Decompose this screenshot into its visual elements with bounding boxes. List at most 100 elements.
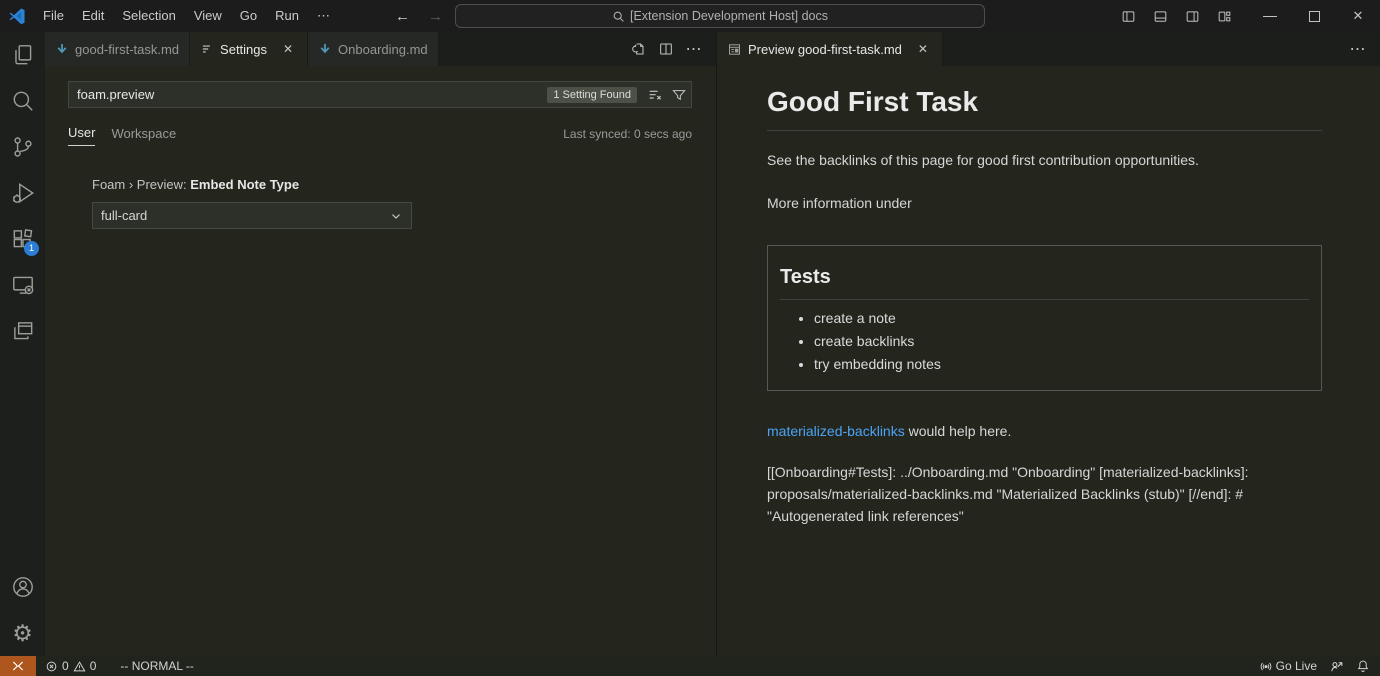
- account-icon[interactable]: [0, 564, 45, 610]
- settings-gear-icon[interactable]: ⚙: [0, 610, 45, 656]
- tab-settings[interactable]: Settings ✕: [190, 32, 308, 66]
- command-center-search[interactable]: [Extension Development Host] docs: [455, 4, 985, 28]
- extensions-badge: 1: [24, 241, 39, 256]
- markdown-preview: Good First Task See the backlinks of thi…: [717, 66, 1380, 656]
- list-item: create backlinks: [814, 333, 1309, 349]
- tab-label: good-first-task.md: [75, 42, 179, 57]
- tab-good-first-task[interactable]: good-first-task.md: [45, 32, 190, 66]
- close-window-button[interactable]: ✕: [1336, 0, 1380, 32]
- title-bar: File Edit Selection View Go Run ⋯ ← → [E…: [0, 0, 1380, 32]
- maximize-button[interactable]: [1292, 0, 1336, 32]
- command-center-label: [Extension Development Host] docs: [630, 9, 828, 23]
- settings-results-badge: 1 Setting Found: [547, 87, 637, 103]
- run-debug-icon[interactable]: [0, 170, 45, 216]
- menu-view[interactable]: View: [185, 4, 231, 28]
- tab-label: Preview good-first-task.md: [748, 42, 902, 57]
- status-bar: 0 0 -- NORMAL -- Go Live: [0, 656, 1380, 676]
- warning-icon: [73, 660, 86, 673]
- last-synced-label: Last synced: 0 secs ago: [563, 127, 692, 146]
- setting-title: Foam › Preview: Embed Note Type: [92, 177, 692, 192]
- notifications-bell-icon[interactable]: [1350, 656, 1380, 676]
- nav-back-icon[interactable]: ←: [395, 8, 410, 25]
- scope-tab-workspace[interactable]: Workspace: [111, 126, 176, 146]
- search-view-icon[interactable]: [0, 78, 45, 124]
- left-tab-bar: good-first-task.md Settings ✕ Onboarding…: [45, 32, 716, 66]
- vim-mode-indicator[interactable]: -- NORMAL --: [114, 656, 200, 676]
- activity-bar: 1 ⚙: [0, 32, 45, 656]
- tab-label: Settings: [220, 42, 267, 57]
- settings-search-box: 1 Setting Found: [68, 81, 692, 108]
- menu-go[interactable]: Go: [231, 4, 266, 28]
- minimize-button[interactable]: [1248, 0, 1292, 32]
- error-count: 0: [62, 659, 69, 673]
- menu-file[interactable]: File: [34, 4, 73, 28]
- selected-value: full-card: [101, 208, 147, 223]
- extensions-icon[interactable]: 1: [0, 216, 45, 262]
- toggle-panel-icon[interactable]: [1144, 0, 1176, 32]
- tab-close-icon[interactable]: ✕: [914, 42, 932, 56]
- go-live-button[interactable]: Go Live: [1253, 656, 1323, 676]
- clear-settings-search-icon[interactable]: [643, 83, 667, 107]
- settings-editor: 1 Setting Found User Workspace Last sync…: [45, 66, 716, 656]
- remote-icon: [11, 659, 25, 673]
- tab-close-icon[interactable]: ✕: [279, 42, 297, 56]
- toggle-sidebar-icon[interactable]: [1112, 0, 1144, 32]
- editor-group-settings: good-first-task.md Settings ✕ Onboarding…: [45, 32, 716, 656]
- open-settings-json-icon[interactable]: [626, 37, 650, 61]
- preview-icon: [727, 42, 742, 57]
- remote-indicator[interactable]: [0, 656, 36, 676]
- link-references-text: [[Onboarding#Tests]: ../Onboarding.md "O…: [767, 461, 1322, 528]
- markdown-file-icon: [318, 42, 332, 56]
- windows-stack-icon[interactable]: [0, 308, 45, 354]
- embed-title: Tests: [780, 266, 1309, 300]
- settings-search-input[interactable]: [69, 87, 547, 102]
- source-control-icon[interactable]: [0, 124, 45, 170]
- setting-embed-note-type: Foam › Preview: Embed Note Type full-car…: [68, 177, 692, 229]
- materialized-backlinks-link[interactable]: materialized-backlinks: [767, 423, 905, 439]
- embed-note-type-select[interactable]: full-card: [92, 202, 412, 229]
- tab-preview[interactable]: Preview good-first-task.md ✕: [717, 32, 943, 66]
- menu-more-icon[interactable]: ⋯: [308, 8, 339, 24]
- setting-category: Foam › Preview:: [92, 177, 190, 192]
- more-actions-icon[interactable]: ⋯: [682, 37, 706, 61]
- split-editor-icon[interactable]: [654, 37, 678, 61]
- nav-forward-icon[interactable]: →: [428, 8, 443, 25]
- vscode-window: File Edit Selection View Go Run ⋯ ← → [E…: [0, 0, 1380, 676]
- broadcast-icon: [1259, 659, 1273, 673]
- more-actions-icon[interactable]: ⋯: [1346, 37, 1370, 61]
- window-controls: ✕: [1112, 0, 1380, 32]
- filter-settings-icon[interactable]: [667, 83, 691, 107]
- menu-edit[interactable]: Edit: [73, 4, 113, 28]
- customize-layout-icon[interactable]: [1208, 0, 1240, 32]
- embedded-note-card: Tests create a note create backlinks try…: [767, 245, 1322, 391]
- chevron-down-icon: [389, 209, 403, 223]
- editor-group-preview: Preview good-first-task.md ✕ ⋯ Good Firs…: [716, 32, 1380, 656]
- error-icon: [45, 660, 58, 673]
- right-tab-bar: Preview good-first-task.md ✕ ⋯: [717, 32, 1380, 66]
- remote-explorer-icon[interactable]: [0, 262, 45, 308]
- menu-bar: File Edit Selection View Go Run ⋯: [34, 4, 339, 28]
- embed-list: create a note create backlinks try embed…: [780, 310, 1309, 372]
- settings-tab-icon: [200, 42, 214, 56]
- backlink-line: materialized-backlinks would help here.: [767, 423, 1322, 439]
- search-icon: [612, 10, 625, 23]
- backlink-line-tail: would help here.: [905, 423, 1012, 439]
- explorer-icon[interactable]: [0, 32, 45, 78]
- scope-tab-user[interactable]: User: [68, 125, 95, 146]
- menu-run[interactable]: Run: [266, 4, 308, 28]
- preview-paragraph: See the backlinks of this page for good …: [767, 150, 1322, 170]
- problems-indicator[interactable]: 0 0: [39, 656, 102, 676]
- preview-paragraph: More information under: [767, 193, 1322, 213]
- menu-selection[interactable]: Selection: [113, 4, 184, 28]
- list-item: create a note: [814, 310, 1309, 326]
- live-share-icon[interactable]: [1323, 656, 1350, 676]
- toggle-secondary-sidebar-icon[interactable]: [1176, 0, 1208, 32]
- warning-count: 0: [90, 659, 97, 673]
- tab-label: Onboarding.md: [338, 42, 428, 57]
- settings-scope-row: User Workspace Last synced: 0 secs ago: [68, 124, 692, 146]
- go-live-label: Go Live: [1276, 659, 1317, 673]
- markdown-file-icon: [55, 42, 69, 56]
- list-item: try embedding notes: [814, 356, 1309, 372]
- tab-onboarding[interactable]: Onboarding.md: [308, 32, 439, 66]
- history-navigation: ← →: [395, 8, 443, 25]
